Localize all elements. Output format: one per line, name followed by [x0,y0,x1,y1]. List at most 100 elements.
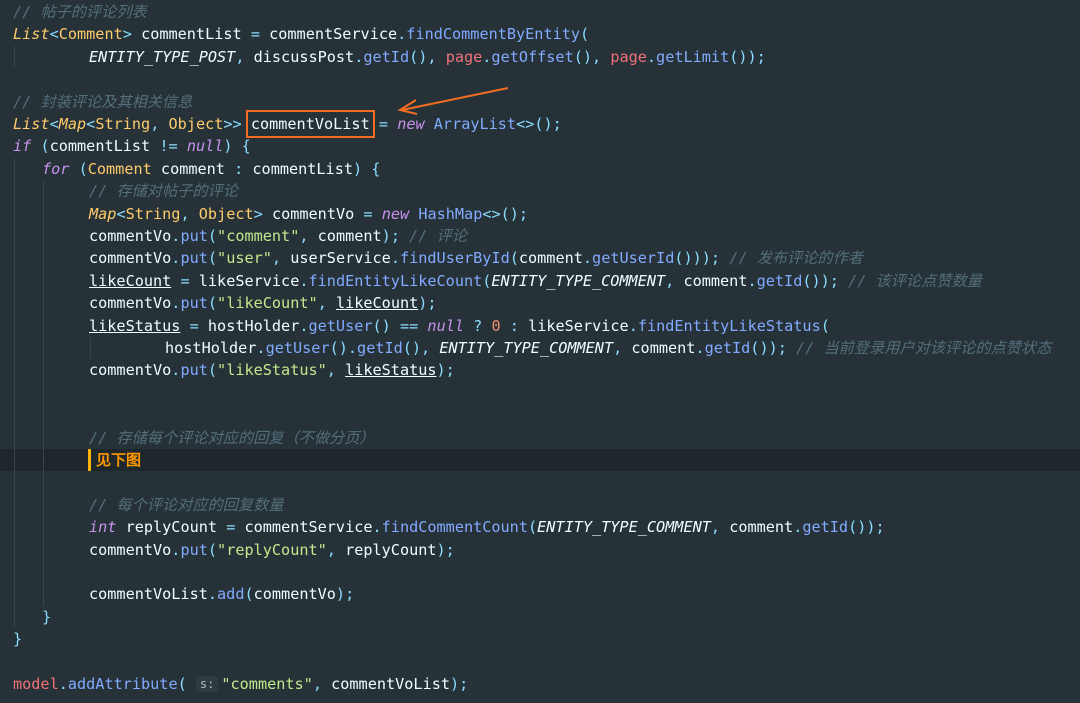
code-line[interactable]: hostHolder.getUser().getId(), ENTITY_TYP… [0,337,1080,360]
variable: likeCount [89,271,172,290]
code-line[interactable]: Map<String, Object> commentVo = new Hash… [0,202,1080,225]
variable: comment [518,249,583,268]
code-line[interactable]: model.addAttribute( s: "comments", commen… [0,673,1080,695]
code-line[interactable]: commentVoList.add(commentVo); [0,583,1080,606]
method-name: getLimit [656,47,730,66]
method-name: getUser [265,339,330,357]
variable: commentVo [253,585,336,604]
indent-guide [14,269,15,293]
keyword: new [397,115,425,133]
indent-guide [14,605,15,629]
keyword: if [13,137,32,156]
indent-guide [43,314,44,337]
method-name: findUserById [399,249,510,268]
type-name: Object [198,204,254,223]
indent-guide [14,538,15,561]
code-line[interactable]: likeStatus = hostHolder.getUser() == nul… [0,314,1080,337]
indent-guide [14,314,15,337]
indent-guide [43,538,44,561]
variable: commentService [244,518,373,537]
variable: comment [683,271,748,290]
keyword: for [42,159,70,178]
class-name: ArrayList [433,115,517,133]
code-editor[interactable]: // 帖子的评论列表 List<Comment> commentList = c… [0,0,1080,703]
indent-guide [14,493,15,517]
code-line[interactable] [0,471,1080,494]
string-literal: "comments" [221,675,313,693]
indent-guide [43,225,44,248]
code-line[interactable]: for (Comment comment : commentList) { [0,157,1080,181]
variable: userService [290,249,391,268]
type-name: List [13,115,50,133]
keyword: null [186,137,224,156]
variable: commentVo [89,249,172,268]
highlighted-variable: commentVoList [245,110,375,138]
code-line[interactable]: ENTITY_TYPE_POST, discussPost.getId(), p… [0,45,1080,69]
indent-guide [43,426,44,449]
code-line[interactable]: // 存储对帖子的评论 [0,180,1080,203]
code-line[interactable]: commentVo.put("likeCount", likeCount); [0,292,1080,315]
variable: discussPost [253,47,355,66]
current-code-line[interactable]: 见下图 [0,449,1080,472]
indent-guide [14,45,15,69]
code-line[interactable]: } [0,628,1080,650]
code-line[interactable] [0,68,1080,90]
code-line[interactable] [0,404,1080,427]
method-name: findEntityLikeStatus [637,316,821,335]
method-name: put [180,294,208,313]
method-name: add [217,585,245,604]
code-line[interactable]: // 封装评论及其相关信息 [0,91,1080,113]
variable: replyCount [125,518,218,537]
keyword: new [381,204,410,223]
method-name: findCommentByEntity [406,25,581,44]
type-name: Comment [58,25,123,44]
indent-guide [14,583,15,606]
code-line[interactable]: // 每个评论对应的回复数量 [0,493,1080,517]
code-comment: // 每个评论对应的回复数量 [89,495,284,514]
code-line[interactable]: } [0,605,1080,629]
method-name: addAttribute [67,675,178,693]
code-line[interactable]: commentVo.put("replyCount", replyCount); [0,538,1080,561]
variable: hostHolder [207,316,300,335]
indent-guide [14,561,15,584]
variable: replyCount [345,540,437,559]
variable: likeService [198,271,300,290]
indent-guide [90,337,91,360]
code-line[interactable]: likeCount = likeService.findEntityLikeCo… [0,269,1080,293]
code-line[interactable]: commentVo.put("user", userService.findUs… [0,247,1080,270]
variable: commentVoList [89,585,208,604]
code-line[interactable] [0,651,1080,673]
variable: likeStatus [345,361,437,380]
code-comment: // 封装评论及其相关信息 [13,92,193,111]
constant: ENTITY_TYPE_POST [89,47,236,66]
class-name: HashMap [418,204,483,223]
code-comment: // 帖子的评论列表 [13,3,147,21]
indent-guide [14,247,15,270]
type-name: Comment [87,159,152,178]
variable: page [610,47,647,66]
string-literal: "user" [217,249,272,268]
indent-guide [43,471,44,494]
constant: ENTITY_TYPE_COMMENT [537,518,711,537]
indent-guide [43,583,44,606]
code-comment: // 存储每个评论对应的回复（不做分页） [89,428,375,447]
variable: hostHolder [165,339,257,357]
indent-guide [43,449,44,472]
method-name: findEntityLikeCount [308,271,483,290]
code-line[interactable]: int replyCount = commentService.findComm… [0,516,1080,539]
type-name: String [95,115,151,133]
indent-guide [43,493,44,517]
string-literal: "likeStatus" [217,361,327,380]
code-line[interactable]: // 存储每个评论对应的回复（不做分页） [0,426,1080,449]
code-line[interactable]: List<Comment> commentList = commentServi… [0,23,1080,45]
string-literal: "comment" [217,227,300,245]
code-line[interactable]: List<Map<String, Object>> commentVoList … [0,110,1080,138]
code-line[interactable]: if (commentList != null) { [0,135,1080,157]
code-line[interactable]: commentVo.put("likeStatus", likeStatus); [0,359,1080,382]
type-name: String [125,204,181,223]
code-line[interactable]: commentVo.put("comment", comment); // 评论 [0,225,1080,248]
code-line[interactable] [0,561,1080,584]
code-line[interactable]: // 帖子的评论列表 [0,1,1080,23]
parameter-hint: s: [195,676,219,692]
code-line[interactable] [0,381,1080,405]
